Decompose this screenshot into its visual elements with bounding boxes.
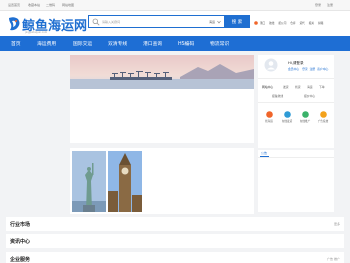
photo-liberty[interactable] xyxy=(72,151,106,212)
search-button[interactable]: 搜 索 xyxy=(224,15,250,28)
hot-icon xyxy=(254,21,258,25)
nav-item-home[interactable]: 首页 xyxy=(11,40,21,47)
hot-link[interactable]: 港口 xyxy=(260,21,265,25)
quick-link[interactable]: 报备航线 xyxy=(272,94,283,98)
truck-icon xyxy=(283,111,291,118)
whale-logo-icon xyxy=(9,17,20,31)
icon-promotion[interactable]: 在线推广 xyxy=(298,111,312,123)
quick-link[interactable]: 报价中心 xyxy=(304,94,315,98)
hot-link[interactable]: 报关 xyxy=(309,21,314,25)
header: 鲸鱼海运网 jingyuhaiyun.com 请输入关键词 海运 搜 索 港口 … xyxy=(0,11,350,36)
sitemap-link[interactable]: 网站地图 xyxy=(62,3,74,7)
hot-link[interactable]: 拼箱 xyxy=(318,21,323,25)
nav-item-dual-clear[interactable]: 双清专线 xyxy=(108,40,127,47)
megaphone-icon xyxy=(301,111,309,118)
top-bar: 设置首页 收藏本站 二维码 网站地图 登录 注册 xyxy=(0,0,350,11)
section-title: 企业服务 xyxy=(10,257,31,263)
search-icon xyxy=(92,18,100,25)
register-link[interactable]: 注册 xyxy=(327,3,333,7)
tab-notice[interactable]: 公告 xyxy=(261,151,267,155)
notice-panel: 公告 xyxy=(258,150,334,212)
banner xyxy=(70,55,254,143)
search-bar: 请输入关键词 海运 搜 索 xyxy=(88,15,250,28)
hot-link[interactable]: 船公司 xyxy=(278,21,286,25)
section-title: 资讯中心 xyxy=(10,239,31,245)
hot-link[interactable]: 货代 xyxy=(299,21,304,25)
hot-link[interactable]: 仓库 xyxy=(290,21,295,25)
merchant-center-link[interactable]: 商户中心 xyxy=(317,67,328,71)
avatar xyxy=(264,58,278,72)
ship-icon xyxy=(265,111,273,118)
register-link[interactable]: 注册 xyxy=(310,67,316,71)
section-title: 行业市场 xyxy=(10,222,31,228)
ad-icon xyxy=(319,111,327,118)
quick-link[interactable]: 找货 xyxy=(295,85,301,89)
chevron-down-icon xyxy=(217,20,221,23)
quick-link[interactable]: 海运 xyxy=(307,85,313,89)
bookmark-link[interactable]: 收藏本站 xyxy=(28,3,40,7)
site-logo[interactable]: 鲸鱼海运网 jingyuhaiyun.com xyxy=(7,14,87,34)
qrcode-link[interactable]: 二维码 xyxy=(46,3,55,7)
user-panel: Hi,请登录 会员中心 登录 注册 商户中心 网站中心 发货 找货 海运 下单 … xyxy=(258,55,334,148)
nav-item-intl[interactable]: 国际交运 xyxy=(73,40,92,47)
photo-big-ben[interactable] xyxy=(108,151,142,212)
hot-links: 港口 航线 船公司 仓库 货代 报关 拼箱 xyxy=(254,21,326,25)
logo-domain: jingyuhaiyun.com xyxy=(25,31,48,34)
photo-gallery xyxy=(70,148,254,214)
nav-item-hs-code[interactable]: HS编码 xyxy=(178,40,194,47)
divider xyxy=(258,102,334,103)
group-title: 网站中心 xyxy=(262,85,274,89)
quick-link[interactable]: 下单 xyxy=(319,85,325,89)
nav-item-logistics[interactable]: 物流常识 xyxy=(210,40,229,47)
divider xyxy=(258,157,334,158)
search-scope-select[interactable]: 海运 xyxy=(209,20,215,24)
search-input[interactable]: 请输入关键词 xyxy=(102,20,209,24)
section-enterprise-service: 企业服务 广告 推广 xyxy=(6,252,344,263)
login-link[interactable]: 登录 xyxy=(315,3,321,7)
more-link[interactable]: 广告 推广 xyxy=(327,257,340,261)
more-link[interactable]: 更多 xyxy=(334,222,340,226)
nav-item-freight[interactable]: 海运费用 xyxy=(37,40,56,47)
section-industry-market: 行业市场 更多 xyxy=(6,217,344,231)
member-center-link[interactable]: 会员中心 xyxy=(288,67,299,71)
divider xyxy=(258,78,334,79)
nav-item-port[interactable]: 港口查询 xyxy=(143,40,162,47)
section-news-center: 资讯中心 xyxy=(6,234,344,248)
login-link[interactable]: 登录 xyxy=(302,67,308,71)
quick-link[interactable]: 发货 xyxy=(283,85,289,89)
set-homepage-link[interactable]: 设置首页 xyxy=(8,3,20,7)
banner-image[interactable] xyxy=(70,55,254,89)
icon-find-shipping[interactable]: 找海运 xyxy=(262,111,276,123)
icon-online-ship[interactable]: 在线发货 xyxy=(280,111,294,123)
user-greeting: Hi,请登录 xyxy=(288,61,304,65)
icon-advertising[interactable]: 广告投放 xyxy=(316,111,330,123)
hot-link[interactable]: 航线 xyxy=(269,21,274,25)
main-nav: 首页 海运费用 国际交运 双清专线 港口查询 HS编码 物流常识 xyxy=(0,36,350,51)
